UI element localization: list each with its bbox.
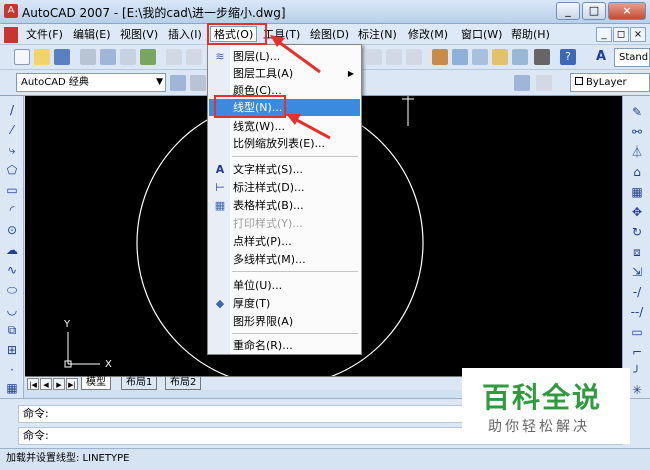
watermark-title: 百科全说	[482, 381, 603, 414]
arrow-to-linetype	[292, 116, 331, 140]
watermark-logo: 百科全说 助你轻松解决	[462, 368, 630, 444]
arrow-to-format-menu	[275, 38, 321, 74]
watermark-subtitle: 助你轻松解决	[488, 419, 590, 435]
